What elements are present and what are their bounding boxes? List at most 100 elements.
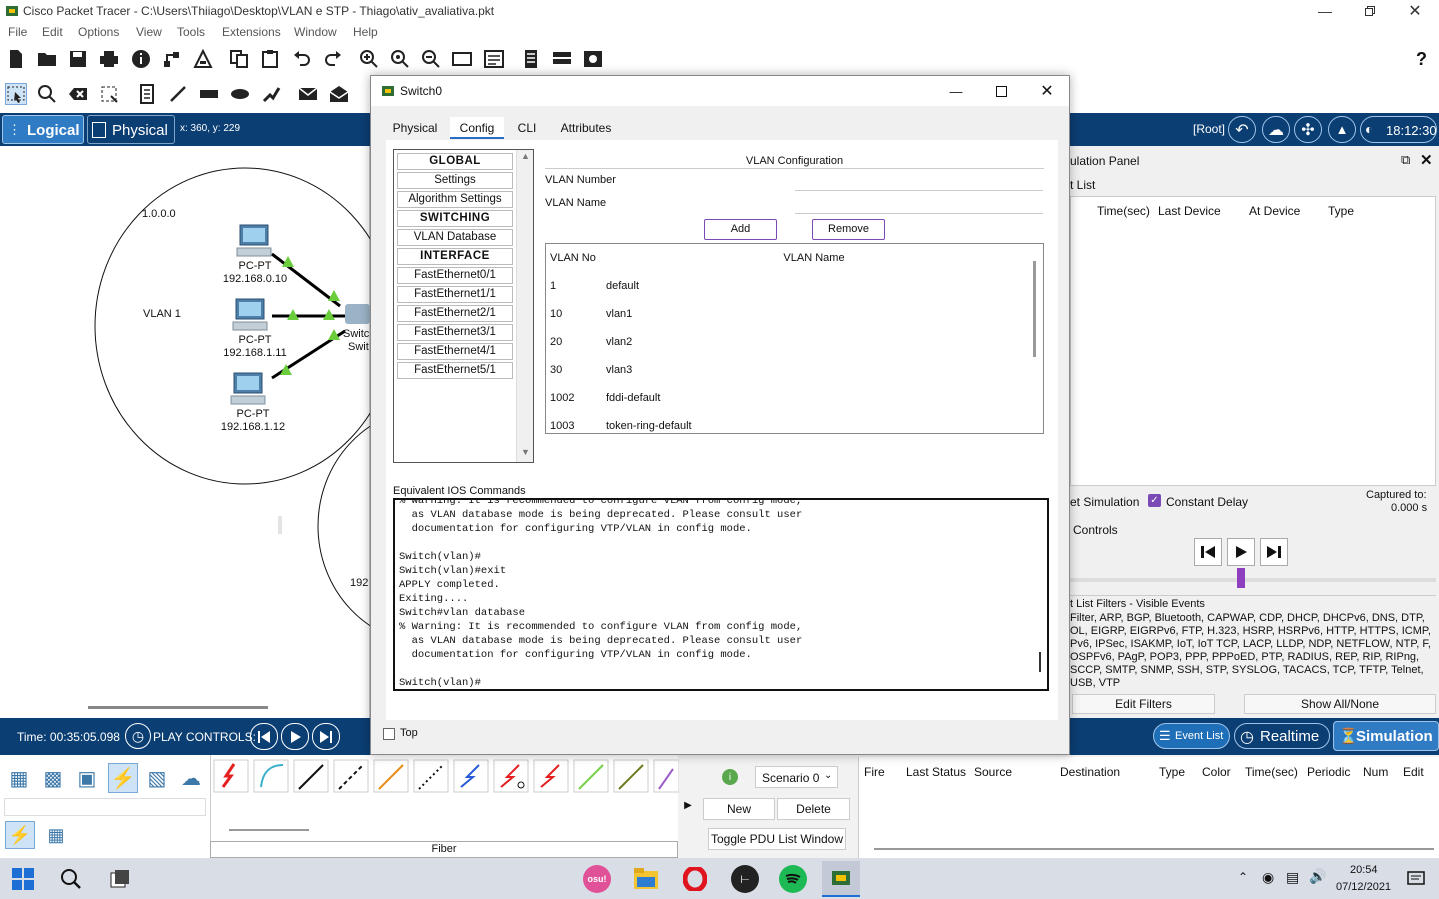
vlan-number-input[interactable]: [795, 171, 1043, 191]
side-menu-item[interactable]: FastEthernet5/1: [397, 362, 513, 379]
new-icon[interactable]: [5, 48, 27, 70]
pc-device[interactable]: PC-PT 192.168.0.10: [212, 224, 298, 286]
back-icon[interactable]: ↶: [1228, 116, 1256, 143]
note-icon[interactable]: [136, 83, 158, 105]
vlan-table-scrollbar[interactable]: [1033, 261, 1036, 357]
misc-icon[interactable]: ▧: [142, 763, 172, 793]
simple-pdu-icon[interactable]: [297, 83, 319, 105]
close-icon[interactable]: ✕: [1400, 0, 1430, 22]
menu-file[interactable]: File: [8, 25, 27, 39]
side-menu-item[interactable]: FastEthernet4/1: [397, 343, 513, 360]
menu-window[interactable]: Window: [294, 25, 337, 39]
zoom-reset-icon[interactable]: [389, 48, 411, 70]
redo-icon[interactable]: [322, 48, 344, 70]
vlan-row-name[interactable]: vlan2: [606, 336, 632, 348]
fast-forward-icon[interactable]: [312, 723, 340, 750]
osu-app-icon[interactable]: osu!: [583, 865, 611, 893]
speed-slider-handle[interactable]: [1237, 568, 1245, 588]
complex-pdu-icon[interactable]: [328, 83, 350, 105]
cloud-icon[interactable]: ☁: [1262, 116, 1290, 143]
network-devices-icon[interactable]: ▦: [4, 763, 34, 793]
components-icon[interactable]: ▣: [72, 763, 102, 793]
freeform-icon[interactable]: [260, 83, 282, 105]
side-menu-item[interactable]: Settings: [397, 172, 513, 189]
undo-icon[interactable]: [291, 48, 313, 70]
tab-cli[interactable]: CLI: [510, 117, 544, 139]
move-icon[interactable]: ✣: [1294, 116, 1322, 143]
menu-view[interactable]: View: [136, 25, 162, 39]
menu-edit[interactable]: Edit: [42, 25, 63, 39]
file-explorer-icon[interactable]: [633, 867, 659, 891]
select-icon[interactable]: [5, 83, 27, 105]
delete-icon[interactable]: [67, 83, 89, 105]
vlan-row-number[interactable]: 20: [550, 336, 562, 348]
zoom-out-icon[interactable]: [420, 48, 442, 70]
scroll-up-icon[interactable]: ▲: [521, 151, 530, 161]
tab-config[interactable]: Config: [450, 117, 504, 139]
multiuser-icon[interactable]: ☁: [176, 763, 206, 793]
show-all-none-button[interactable]: Show All/None: [1244, 694, 1436, 714]
vlan-row-name[interactable]: fddi-default: [606, 392, 660, 404]
menu-options[interactable]: Options: [78, 25, 119, 39]
search-icon[interactable]: [58, 866, 84, 892]
ios-commands-console[interactable]: % Warning: It is recommended to configur…: [393, 498, 1049, 691]
menu-help[interactable]: Help: [353, 25, 378, 39]
packet-tracer-taskbar-icon[interactable]: [822, 861, 860, 897]
zoom-in-icon[interactable]: [358, 48, 380, 70]
logical-tab[interactable]: ⋮ Logical: [2, 115, 84, 144]
dialog-maximize-icon[interactable]: [986, 78, 1016, 104]
device-template-icon[interactable]: [551, 48, 573, 70]
open-icon[interactable]: [36, 48, 58, 70]
simulation-button[interactable]: ⏳ Simulation: [1333, 721, 1439, 751]
start-icon[interactable]: [10, 866, 36, 892]
vlan-row-number[interactable]: 1002: [550, 392, 574, 404]
network-tray-icon[interactable]: ▤: [1286, 869, 1299, 886]
rewind-icon[interactable]: [250, 723, 278, 750]
menu-tools[interactable]: Tools: [177, 25, 205, 39]
side-menu-item[interactable]: FastEthernet0/1: [397, 267, 513, 284]
line-icon[interactable]: [167, 83, 189, 105]
dialog-close-icon[interactable]: ✕: [1032, 78, 1062, 104]
info-icon[interactable]: [130, 48, 152, 70]
ios-scrollbar[interactable]: [1039, 652, 1041, 672]
vlan-row-number[interactable]: 10: [550, 308, 562, 320]
horizontal-scrollbar[interactable]: [88, 706, 268, 709]
remove-vlan-button[interactable]: Remove: [812, 219, 885, 240]
realtime-button[interactable]: ◷ Realtime: [1234, 723, 1330, 749]
discord-tray-icon[interactable]: ◉: [1262, 869, 1274, 886]
play-realtime-icon[interactable]: [281, 723, 309, 750]
notifications-icon[interactable]: [1405, 869, 1427, 889]
scenario-select[interactable]: Scenario 0 ⌄: [755, 766, 838, 788]
top-checkbox[interactable]: [383, 728, 395, 740]
speed-slider-track[interactable]: [1070, 578, 1436, 582]
tray-chevron-icon[interactable]: ⌃: [1238, 870, 1248, 884]
step-forward-icon[interactable]: [1260, 538, 1288, 566]
tab-attributes[interactable]: Attributes: [550, 117, 622, 139]
connections-subcategory-icon[interactable]: ⚡: [5, 821, 35, 849]
edit-filters-button[interactable]: Edit Filters: [1072, 694, 1215, 714]
dialog-minimize-icon[interactable]: —: [941, 78, 971, 104]
physical-tab[interactable]: Physical: [87, 115, 175, 144]
spotify-icon[interactable]: [779, 865, 807, 893]
add-vlan-button[interactable]: Add: [704, 219, 777, 240]
epic-games-icon[interactable]: ⊢: [731, 865, 759, 893]
side-menu-item[interactable]: Algorithm Settings: [397, 191, 513, 208]
vlan-row-number[interactable]: 1: [550, 280, 556, 292]
step-back-icon[interactable]: [1194, 538, 1222, 566]
save-icon[interactable]: [67, 48, 89, 70]
vlan-name-input[interactable]: [795, 194, 1043, 214]
vlan-row-name[interactable]: vlan3: [606, 364, 632, 376]
panel-close-icon[interactable]: ✕: [1420, 151, 1433, 169]
print-icon[interactable]: [98, 48, 120, 70]
side-menu-item[interactable]: FastEthernet1/1: [397, 286, 513, 303]
vlan-row-name[interactable]: token-ring-default: [606, 420, 692, 432]
tab-physical[interactable]: Physical: [388, 117, 442, 139]
side-menu-item[interactable]: FastEthernet3/1: [397, 324, 513, 341]
opera-icon[interactable]: [681, 865, 709, 893]
minimize-icon[interactable]: —: [1310, 0, 1340, 22]
constant-delay-checkbox[interactable]: ✓: [1148, 494, 1161, 507]
menu-extensions[interactable]: Extensions: [222, 25, 281, 39]
connections-category-icon[interactable]: ⚡: [108, 763, 138, 793]
vlan-row-name[interactable]: vlan1: [606, 308, 632, 320]
background-icon[interactable]: ▲: [1328, 116, 1356, 143]
